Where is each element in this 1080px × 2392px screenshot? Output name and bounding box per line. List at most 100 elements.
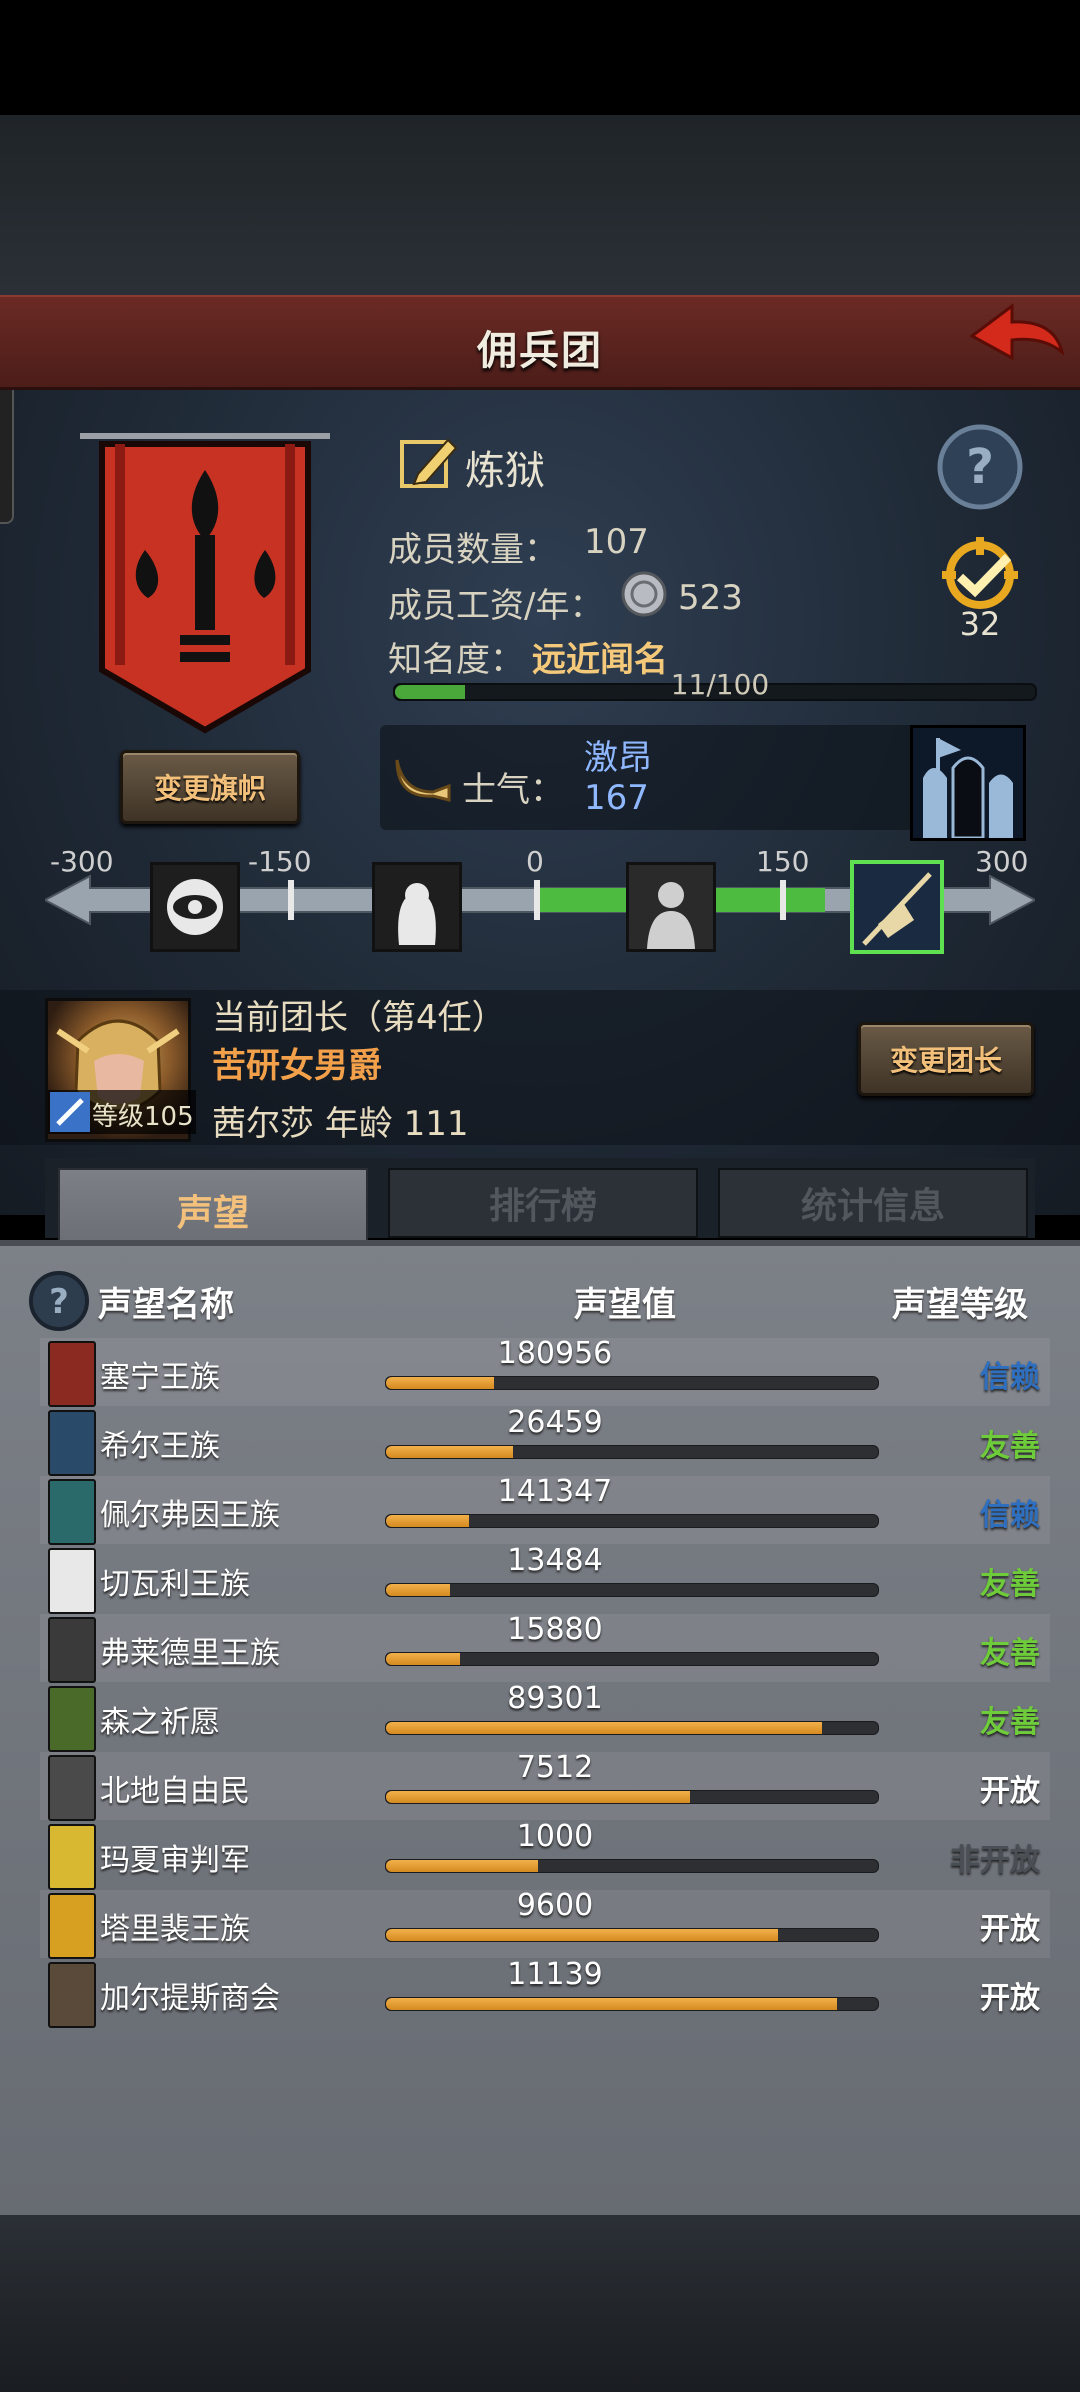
reputation-value: 9600 <box>516 1888 594 1923</box>
army-portrait-icon[interactable] <box>910 725 1026 841</box>
reputation-value: 89301 <box>507 1681 603 1716</box>
change-banner-button[interactable]: 变更旗帜 <box>120 750 300 824</box>
faction-crest-icon <box>48 1341 96 1407</box>
reputation-level: 开放 <box>980 1774 1040 1809</box>
target-count: 32 <box>959 605 1001 643</box>
reputation-row[interactable]: 弗莱德里王族 15880 友善 <box>40 1612 1050 1683</box>
faction-name: 玛夏审判军 <box>100 1843 250 1878</box>
reputation-progress-bar <box>385 1583 879 1597</box>
reputation-level: 非开放 <box>950 1843 1040 1878</box>
reputation-value: 13484 <box>507 1543 603 1578</box>
reputation-level: 友善 <box>980 1567 1040 1602</box>
svg-text:?: ? <box>966 439 994 495</box>
reputation-level: 友善 <box>980 1636 1040 1671</box>
back-arrow-icon <box>969 303 1065 361</box>
reputation-row[interactable]: 切瓦利王族 13484 友善 <box>40 1543 1050 1614</box>
header-reputation-value: 声望值 <box>574 1285 676 1325</box>
leader-name-age: 茜尔莎 年龄 111 <box>212 1104 469 1144</box>
morale-despair-icon[interactable] <box>150 862 240 952</box>
faction-name: 北地自由民 <box>100 1774 250 1809</box>
guild-name: 炼狱 <box>465 448 545 494</box>
reputation-value: 141347 <box>497 1474 613 1509</box>
reputation-value: 11139 <box>507 1957 603 1992</box>
leader-trait: 苦研女男爵 <box>212 1046 382 1086</box>
reputation-level: 友善 <box>980 1705 1040 1740</box>
reputation-row[interactable]: 塔里裴王族 9600 开放 <box>40 1888 1050 1959</box>
reputation-progress-fill <box>386 1791 690 1803</box>
change-leader-button[interactable]: 变更团长 <box>858 1022 1034 1096</box>
reputation-row[interactable]: 佩尔弗因王族 141347 信赖 <box>40 1474 1050 1545</box>
reputation-help-icon[interactable]: ? <box>28 1270 90 1332</box>
fame-progress-text: 11/100 <box>670 668 770 701</box>
wage-label: 成员工资/年： <box>388 586 604 626</box>
svg-text:?: ? <box>49 1282 69 1322</box>
faction-crest-icon <box>48 1479 96 1545</box>
reputation-value: 26459 <box>507 1405 603 1440</box>
members-label: 成员数量： <box>388 530 558 570</box>
reputation-row[interactable]: 希尔王族 26459 友善 <box>40 1405 1050 1476</box>
header-reputation-level: 声望等级 <box>892 1285 1028 1325</box>
reputation-progress-fill <box>386 1584 450 1596</box>
reputation-level: 开放 <box>980 1981 1040 2016</box>
tab-ranking[interactable]: 排行榜 <box>388 1168 698 1238</box>
tab-reputation[interactable]: 声望 <box>58 1168 368 1250</box>
members-value: 107 <box>584 522 649 562</box>
bottom-background <box>0 2215 1080 2392</box>
reputation-level: 友善 <box>980 1429 1040 1464</box>
faction-crest-icon <box>48 1548 96 1614</box>
reputation-progress-fill <box>386 1515 469 1527</box>
reputation-row[interactable]: 玛夏审判军 1000 非开放 <box>40 1819 1050 1890</box>
faction-crest-icon <box>48 1755 96 1821</box>
faction-name: 希尔王族 <box>100 1429 220 1464</box>
reputation-progress-fill <box>386 1929 778 1941</box>
reputation-row[interactable]: 加尔提斯商会 11139 开放 <box>40 1957 1050 2028</box>
reputation-progress-fill <box>386 1446 513 1458</box>
morale-calm-icon[interactable] <box>626 862 716 952</box>
reputation-row[interactable]: 塞宁王族 180956 信赖 <box>40 1336 1050 1407</box>
reputation-value: 180956 <box>497 1336 613 1371</box>
reputation-row[interactable]: 森之祈愿 89301 友善 <box>40 1681 1050 1752</box>
horn-icon <box>393 752 453 804</box>
morale-heroic-icon[interactable] <box>850 860 944 954</box>
header-reputation-name: 声望名称 <box>98 1285 234 1325</box>
scale-tick-label: 150 <box>756 845 810 878</box>
faction-name: 弗莱德里王族 <box>100 1636 280 1671</box>
guild-banner <box>80 430 330 740</box>
reputation-level: 开放 <box>980 1912 1040 1947</box>
reputation-progress-fill <box>386 1860 538 1872</box>
morale-label: 士气： <box>462 770 564 810</box>
scale-tick-label: 300 <box>975 845 1029 878</box>
wage-value: 523 <box>678 578 743 618</box>
tab-statistics[interactable]: 统计信息 <box>718 1168 1028 1238</box>
help-icon[interactable]: ? <box>936 423 1024 511</box>
leader-level-badge: 等级105 <box>48 1090 196 1134</box>
reputation-value: 7512 <box>516 1750 594 1785</box>
fame-label: 知名度： <box>388 640 524 680</box>
reputation-row[interactable]: 北地自由民 7512 开放 <box>40 1750 1050 1821</box>
reputation-value: 15880 <box>507 1612 603 1647</box>
scale-tick-label: -150 <box>248 845 312 878</box>
faction-name: 塔里裴王族 <box>100 1912 250 1947</box>
reputation-progress-fill <box>386 1653 460 1665</box>
faction-crest-icon <box>48 1962 96 2028</box>
silver-coin-icon <box>620 570 668 618</box>
reputation-progress-fill <box>386 1998 837 2010</box>
faction-name: 塞宁王族 <box>100 1360 220 1395</box>
page-title: 佣兵团 <box>477 328 603 374</box>
scale-tick-label: -300 <box>50 845 114 878</box>
edit-name-icon[interactable] <box>398 432 460 494</box>
fame-progress-fill <box>395 685 465 699</box>
faction-crest-icon <box>48 1686 96 1752</box>
faction-crest-icon <box>48 1824 96 1890</box>
reputation-level: 信赖 <box>980 1498 1040 1533</box>
faction-name: 森之祈愿 <box>100 1705 220 1740</box>
top-background <box>0 115 1080 295</box>
faction-name: 切瓦利王族 <box>100 1567 250 1602</box>
morale-fear-icon[interactable] <box>372 862 462 952</box>
back-button[interactable] <box>968 300 1068 370</box>
leader-title: 当前团长（第4任） <box>212 998 506 1038</box>
scale-tick-label: 0 <box>526 845 544 878</box>
morale-state: 激昂 <box>584 738 652 778</box>
leader-level: 等级105 <box>92 1102 194 1132</box>
reputation-progress-fill <box>386 1377 494 1389</box>
